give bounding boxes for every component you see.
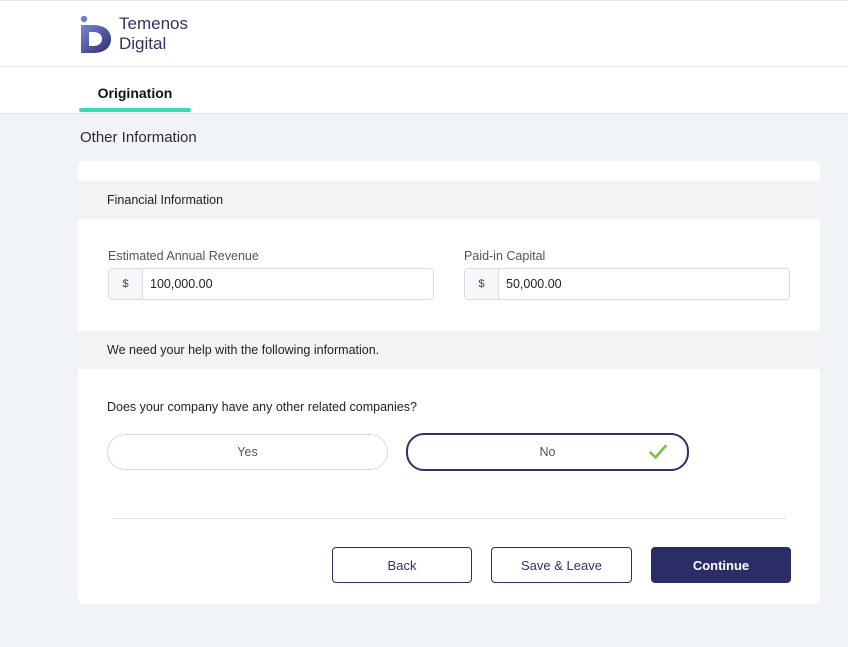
save-and-leave-button[interactable]: Save & Leave [491,547,632,583]
active-tab-indicator [79,108,191,112]
tab-bar: Origination [0,67,848,114]
brand-name: Temenos Digital [119,14,188,54]
form-card: Financial Information Estimated Annual R… [78,161,820,604]
brand-line-1: Temenos [119,14,188,33]
temenos-logo-icon[interactable] [79,15,119,53]
brand-line-2: Digital [119,34,167,53]
tab-origination[interactable]: Origination [79,67,191,113]
financial-information-header: Financial Information [78,181,820,219]
capital-field: $ [464,268,790,300]
checkmark-icon [649,444,667,459]
related-companies-question: Does your company have any other related… [107,400,417,414]
revenue-input[interactable] [143,269,433,299]
revenue-label: Estimated Annual Revenue [108,249,259,263]
option-yes-button[interactable]: Yes [107,434,388,470]
option-no-label: No [539,445,556,459]
page-title: Other Information [80,129,197,146]
back-button[interactable]: Back [332,547,472,583]
option-no-button[interactable]: No [406,433,689,471]
capital-label: Paid-in Capital [464,249,546,263]
capital-input[interactable] [499,269,789,299]
divider [112,518,786,519]
revenue-field: $ [108,268,434,300]
capital-currency-symbol: $ [465,269,499,299]
top-bar: Temenos Digital [0,0,848,67]
option-yes-label: Yes [237,445,258,459]
help-information-header: We need your help with the following inf… [78,331,820,369]
revenue-currency-symbol: $ [109,269,143,299]
continue-button[interactable]: Continue [651,547,791,583]
